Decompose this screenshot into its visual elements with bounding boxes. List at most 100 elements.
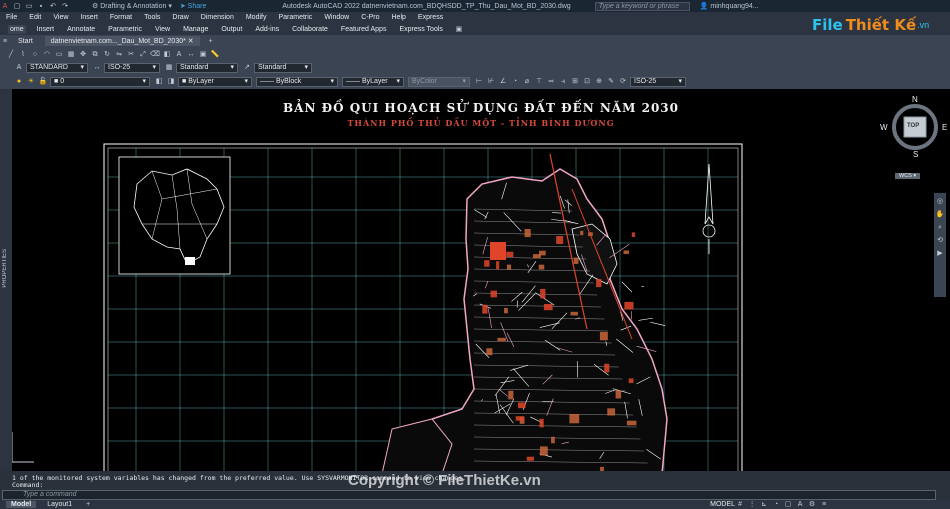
lineweight-select[interactable]: —— ByLayer ▾ [342,76,404,87]
dim-radius-icon[interactable]: ◔ [510,77,520,86]
polyline-tool-icon[interactable]: ⌇ [18,50,28,59]
dim-edit-icon[interactable]: ✎ [606,77,616,86]
menu-tools[interactable]: Tools [144,14,160,21]
wcs-menu[interactable]: WCS ▾ [895,173,921,179]
tab-manage[interactable]: Manage [181,25,210,34]
new-file-icon[interactable]: ▢ [12,2,22,11]
menu-insert[interactable]: Insert [80,14,98,21]
doc-tab-start[interactable]: Start [12,37,39,46]
dim-baseline-icon[interactable]: ⫤ [546,77,556,86]
table-style-select[interactable]: Standard ▾ [176,62,238,73]
erase-tool-icon[interactable]: ⌫ [150,50,160,59]
grid-toggle-icon[interactable]: # [735,500,745,509]
viewcube-west[interactable]: W [880,123,888,132]
circle-tool-icon[interactable]: ○ [30,50,40,59]
orbit-icon[interactable]: ⟲ [935,236,945,245]
tab-add-ins[interactable]: Add-ins [253,25,281,34]
viewcube-east[interactable]: E [942,123,947,132]
scale-tool-icon[interactable]: ⤢ [138,50,148,59]
command-input[interactable]: Type a command [2,490,936,500]
viewcube-north[interactable]: N [912,95,918,104]
measure-tool-icon[interactable]: 📏 [210,50,220,59]
tab-view[interactable]: View [153,25,172,34]
dim-ordinate-icon[interactable]: ⊤ [534,77,544,86]
rectangle-tool-icon[interactable]: ▭ [54,50,64,59]
zoom-extents-icon[interactable]: ⌕ [935,223,945,232]
model-tab[interactable]: Model [6,501,37,508]
dim-quick-icon[interactable]: ⊞ [570,77,580,86]
trim-tool-icon[interactable]: ✂ [126,50,136,59]
tab-parametric[interactable]: Parametric [106,25,144,34]
tolerance-icon[interactable]: ⊡ [582,77,592,86]
viewcube[interactable]: N S W E TOP [880,95,947,159]
search-input[interactable]: Type a keyword or phrase [594,1,690,11]
layout1-tab[interactable]: Layout1 [42,501,77,508]
properties-side-panel[interactable]: PROPERTIES [0,89,12,471]
customize-icon[interactable]: ≡ [819,500,829,509]
layer-tool-icon[interactable]: ◧ [162,50,172,59]
layer-manager-icon[interactable]: ◧ [154,77,164,86]
dim-angular-icon[interactable]: ∠ [498,77,508,86]
layer-select[interactable]: ■ 0 ▾ [50,76,150,87]
dim-diameter-icon[interactable]: ⌀ [522,77,532,86]
tab-insert[interactable]: Insert [35,25,57,34]
save-icon[interactable]: ▪ [36,2,46,11]
pan-icon[interactable]: ✋ [935,210,945,219]
menu-parametric[interactable]: Parametric [278,14,312,21]
tab-annotate[interactable]: Annotate [65,25,97,34]
tab-home[interactable]: ome [8,24,26,34]
app-menu-icon[interactable]: A [0,2,10,11]
dim-aligned-icon[interactable]: ⊬ [486,77,496,86]
menu-edit[interactable]: Edit [29,14,41,21]
menu-view[interactable]: View [53,14,68,21]
text-style-select[interactable]: STANDARD ▾ [26,62,88,73]
viewcube-top-face[interactable]: TOP [907,123,919,129]
add-layout-icon[interactable]: + [83,500,93,509]
new-tab-icon[interactable]: + [206,37,216,46]
plotstyle-select[interactable]: ByColor ▾ [408,76,470,87]
dimension-tool-icon[interactable]: ↔ [186,50,196,59]
menu-dimension[interactable]: Dimension [201,14,234,21]
menu-draw[interactable]: Draw [172,14,188,21]
linetype-select[interactable]: —— ByBlock ▾ [256,76,338,87]
menu-help[interactable]: Help [392,14,406,21]
snap-toggle-icon[interactable]: ⋮ [747,500,757,509]
workspace-switcher[interactable]: ⚙ Drafting & Annotation ▾ [92,2,172,10]
drawing-canvas[interactable]: BẢN ĐỒ QUI HOẠCH SỬ DỤNG ĐẤT ĐẾN NĂM 203… [12,89,950,471]
tabs-menu-icon[interactable]: ≡ [0,37,10,46]
rotate-tool-icon[interactable]: ↻ [102,50,112,59]
dim-style-select-2[interactable]: ISO-25 ▾ [630,76,686,87]
menu-window[interactable]: Window [324,14,349,21]
ribbon-toggle-icon[interactable]: ▣ [454,25,464,34]
tab-featured-apps[interactable]: Featured Apps [339,25,389,34]
sun-icon[interactable]: ☀ [26,77,36,86]
redo-icon[interactable]: ↷ [60,2,70,11]
menu-express[interactable]: Express [418,14,443,21]
user-account[interactable]: 👤 minhquang94... [700,2,759,10]
full-navigation-wheel-icon[interactable]: ◎ [935,197,945,206]
workspace-icon[interactable]: ⚙ [807,500,817,509]
showmotion-icon[interactable]: ▶ [935,249,945,258]
close-icon[interactable]: ✕ [188,38,194,45]
menu-modify[interactable]: Modify [246,14,267,21]
mleader-style-select[interactable]: Standard ▾ [254,62,312,73]
mirror-tool-icon[interactable]: ⇋ [114,50,124,59]
menu-format[interactable]: Format [110,14,132,21]
polar-toggle-icon[interactable]: ◔ [771,500,781,509]
color-select[interactable]: ■ ByLayer ▾ [178,76,252,87]
ortho-toggle-icon[interactable]: ⊾ [759,500,769,509]
center-mark-icon[interactable]: ⊕ [594,77,604,86]
dim-continue-icon[interactable]: ⫣ [558,77,568,86]
lightbulb-icon[interactable]: ● [14,77,24,86]
share-button[interactable]: ➤ Share [180,2,207,10]
layer-previous-icon[interactable]: ◨ [166,77,176,86]
undo-icon[interactable]: ↶ [48,2,58,11]
tab-collaborate[interactable]: Collaborate [290,25,330,34]
dim-update-icon[interactable]: ⟳ [618,77,628,86]
text-tool-icon[interactable]: A [174,50,184,59]
open-file-icon[interactable]: ▭ [24,2,34,11]
dim-linear-icon[interactable]: ⊢ [474,77,484,86]
block-tool-icon[interactable]: ▣ [198,50,208,59]
annotation-scale-icon[interactable]: A [795,500,805,509]
hatch-tool-icon[interactable]: ▦ [66,50,76,59]
